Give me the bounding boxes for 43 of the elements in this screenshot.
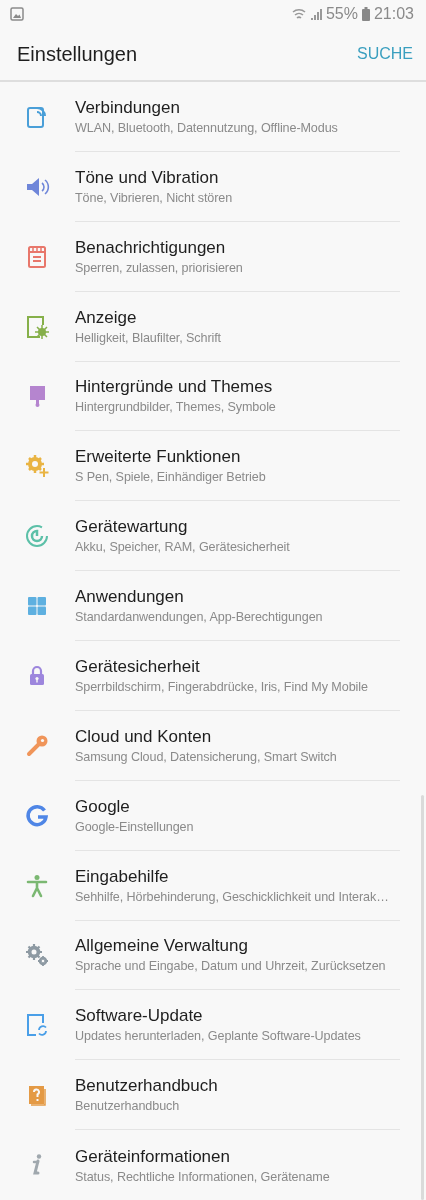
signal-icon [309, 7, 322, 21]
settings-item-title[interactable]: Anwendungen [75, 587, 400, 608]
gear-plus-icon [23, 453, 50, 480]
gears-icon [23, 942, 50, 969]
settings-item-subtitle: Sehhilfe, Hörbehinderung, Geschicklichkeit und Interak… [75, 889, 390, 904]
settings-item-subtitle: Updates herunterladen, Geplante Software-Updates [75, 1029, 362, 1044]
settings-item-subtitle: WLAN, Bluetooth, Datennutzung, Offline-Modus [75, 120, 339, 135]
settings-item-title[interactable]: Verbindungen [75, 97, 400, 118]
settings-item-subtitle: Töne, Vibrieren, Nicht stören [75, 190, 234, 205]
settings-item-title[interactable]: Google [75, 796, 400, 817]
settings-item-subtitle: Helligkeit, Blaufilter, Schrift [75, 330, 222, 345]
settings-item-title[interactable]: Gerätewartung [75, 517, 400, 538]
settings-item-subtitle: S Pen, Spiele, Einhändiger Betrieb [75, 470, 267, 485]
wifi-icon [291, 7, 306, 21]
settings-item-title[interactable]: Töne und Vibration [75, 167, 400, 188]
settings-item-title[interactable]: Hintergründe und Themes [75, 377, 400, 398]
settings-item-subtitle: Akku, Speicher, RAM, Gerätesicherheit [75, 540, 291, 555]
settings-item-title[interactable]: Benachrichtigungen [75, 237, 400, 258]
settings-item-title[interactable]: Gerätesicherheit [75, 656, 400, 677]
settings-item-subtitle: Sperrbildschirm, Fingerabdrücke, Iris, Find My Mobile [75, 679, 369, 694]
device-care-icon [23, 523, 50, 550]
settings-item-subtitle: Sprache und Eingabe, Datum und Uhrzeit, Zurücksetzen [75, 959, 387, 974]
settings-item-subtitle: Status, Rechtliche Informationen, Gerätename [75, 1169, 331, 1184]
settings-item-title[interactable]: Cloud und Konten [75, 726, 400, 747]
settings-item-subtitle: Hintergrundbilder, Themes, Symbole [75, 400, 277, 415]
settings-item-subtitle: Standardanwendungen, App-Berechtigungen [75, 610, 324, 625]
settings-item-title[interactable]: Benutzerhandbuch [75, 1076, 400, 1097]
settings-item-title[interactable]: Geräteinformationen [75, 1146, 400, 1167]
settings-item-subtitle: Benutzerhandbuch [75, 1099, 181, 1114]
google-g-icon [23, 802, 50, 829]
screen-title: Einstellungen [17, 42, 138, 66]
settings-item-title[interactable]: Allgemeine Verwaltung [75, 936, 400, 957]
picture-notification-icon [10, 7, 24, 21]
clock-time: 21:03 [373, 5, 414, 23]
settings-item-title[interactable]: Anzeige [75, 307, 400, 328]
settings-item-subtitle: Google-Einstellungen [75, 819, 195, 834]
settings-item-title[interactable]: Eingabehilfe [75, 866, 400, 887]
settings-item-subtitle: Sperren, zulassen, priorisieren [75, 260, 244, 275]
settings-item-subtitle: Samsung Cloud, Datensicherung, Smart Switch [75, 749, 338, 764]
battery-icon [361, 7, 370, 21]
settings-item-title[interactable]: Erweiterte Funktionen [75, 447, 400, 468]
settings-item-title[interactable]: Software-Update [75, 1006, 400, 1027]
battery-percentage: 55% [325, 5, 358, 23]
